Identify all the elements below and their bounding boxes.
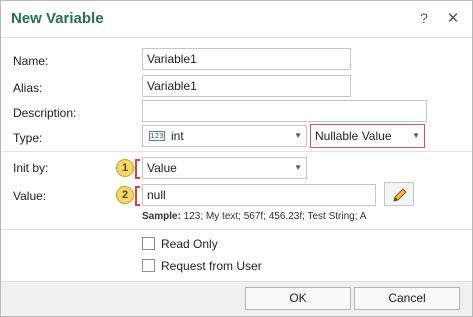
close-button[interactable]: ✕ (445, 9, 461, 27)
title-bar: New Variable ? ✕ (1, 1, 472, 37)
name-input[interactable]: Variable1 (142, 48, 351, 70)
nullable-value: Nullable Value (315, 129, 392, 143)
request-from-user-checkbox[interactable] (142, 259, 155, 272)
description-label: Description: (13, 106, 77, 120)
request-from-user-label: Request from User (161, 259, 262, 273)
options-divider (1, 229, 472, 230)
help-button[interactable]: ? (416, 10, 432, 28)
chevron-down-icon: ▼ (294, 131, 302, 140)
value-input[interactable]: null (142, 184, 376, 206)
title-divider (1, 37, 472, 38)
highlight-bracket (135, 186, 140, 206)
sample-prefix: Sample: (142, 211, 181, 222)
type-combo[interactable]: 123 int ▼ (142, 125, 307, 147)
new-variable-dialog: New Variable ? ✕ Name: Variable1 Alias: … (0, 0, 473, 317)
init-by-value: Value (147, 161, 177, 175)
cancel-button[interactable]: Cancel (354, 287, 460, 310)
section-divider (1, 151, 472, 152)
nullable-combo[interactable]: Nullable Value ▼ (310, 124, 425, 148)
read-only-checkbox[interactable] (142, 237, 155, 250)
description-input[interactable] (142, 100, 427, 122)
dialog-title: New Variable (11, 10, 104, 27)
ok-button[interactable]: OK (245, 287, 351, 310)
edit-value-button[interactable] (384, 182, 414, 206)
init-by-label: Init by: (13, 161, 49, 175)
read-only-label: Read Only (161, 237, 218, 251)
value-label: Value: (13, 189, 47, 203)
sample-hint: Sample: 123; My text; 567f; 456.23f; Tes… (142, 211, 366, 222)
type-label: Type: (13, 131, 43, 145)
step-marker-1: 1 (116, 159, 134, 177)
alias-label: Alias: (13, 81, 43, 95)
type-value: int (171, 129, 184, 143)
highlight-bracket (135, 159, 140, 179)
dialog-footer: OK Cancel (1, 281, 472, 316)
pencil-icon (393, 188, 407, 202)
init-by-combo[interactable]: Value ▼ (142, 157, 307, 179)
number-type-icon: 123 (149, 131, 165, 141)
alias-input[interactable]: Variable1 (142, 75, 351, 97)
chevron-down-icon: ▼ (412, 131, 420, 140)
chevron-down-icon: ▼ (294, 163, 302, 172)
name-label: Name: (13, 54, 49, 68)
step-marker-2: 2 (116, 186, 134, 204)
sample-text: 123; My text; 567f; 456.23f; Test String… (180, 211, 367, 222)
